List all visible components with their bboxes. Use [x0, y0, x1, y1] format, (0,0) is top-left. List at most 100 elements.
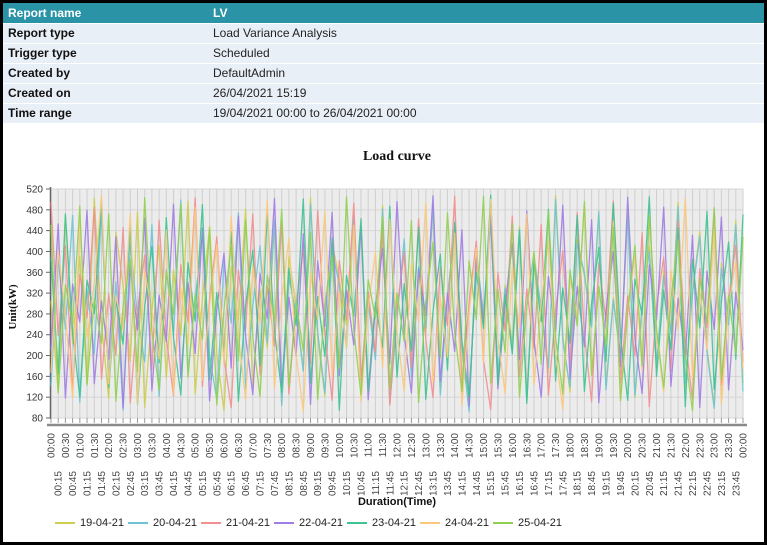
legend-swatch [55, 522, 75, 524]
x-tick-label: 20:15 [630, 471, 641, 496]
x-tick-label: 15:00 [479, 433, 490, 458]
y-tick-label: 240 [26, 330, 43, 341]
legend-swatch [128, 522, 148, 524]
y-tick-label: 120 [26, 393, 43, 404]
x-tick-label: 10:45 [356, 471, 367, 496]
x-tick-label: 21:00 [652, 433, 663, 458]
x-tick-label: 13:45 [443, 471, 454, 496]
y-tick-label: 280 [26, 309, 43, 320]
x-tick-label: 11:00 [364, 433, 375, 458]
x-tick-label: 14:45 [472, 471, 483, 496]
x-tick-label: 21:45 [674, 471, 685, 496]
meta-row-4: Created on26/04/2021 15:19 [3, 84, 764, 104]
x-tick-label: 16:00 [508, 433, 519, 458]
x-tick-label: 15:45 [501, 471, 512, 496]
legend-swatch [420, 522, 440, 524]
x-tick-label: 04:15 [169, 471, 180, 496]
x-tick-label: 03:00 [133, 433, 144, 458]
legend-item-19-04-21: 19-04-21 [55, 517, 128, 529]
x-tick-label: 07:00 [248, 433, 259, 458]
y-tick-label: 520 [26, 185, 43, 196]
x-tick-label: 13:15 [429, 471, 440, 496]
x-tick-label: 16:15 [515, 471, 526, 496]
x-tick-label: 13:30 [436, 433, 447, 458]
x-tick-label: 16:30 [522, 433, 533, 458]
meta-label: Report type [3, 24, 208, 44]
x-tick-label: 02:15 [111, 471, 122, 496]
x-tick-label: 14:30 [465, 433, 476, 458]
x-tick-label: 12:15 [400, 471, 411, 496]
x-tick-label: 09:45 [328, 471, 339, 496]
meta-label: Time range [3, 104, 208, 124]
x-tick-label: 00:45 [68, 471, 79, 496]
x-tick-label: 18:30 [580, 433, 591, 458]
x-tick-label: 08:15 [284, 471, 295, 496]
meta-label: Created by [3, 64, 208, 84]
y-tick-label: 480 [26, 205, 43, 216]
x-tick-label: 20:45 [645, 471, 656, 496]
meta-value: DefaultAdmin [208, 64, 764, 84]
legend-label: 20-04-21 [153, 517, 197, 529]
x-tick-label: 05:45 [212, 471, 223, 496]
legend-item-20-04-21: 20-04-21 [128, 517, 201, 529]
x-tick-label: 06:45 [241, 471, 252, 496]
x-tick-label: 10:30 [349, 433, 360, 458]
y-tick-label: 440 [26, 226, 43, 237]
legend-item-24-04-21: 24-04-21 [420, 517, 493, 529]
x-tick-label: 17:45 [558, 471, 569, 496]
legend-swatch [347, 522, 367, 524]
x-tick-label: 22:15 [688, 471, 699, 496]
meta-value: Load Variance Analysis [208, 24, 764, 44]
x-tick-label: 06:00 [220, 433, 231, 458]
legend-swatch [201, 522, 221, 524]
x-tick-label: 08:30 [292, 433, 303, 458]
legend-label: 25-04-21 [518, 517, 562, 529]
legend-swatch [493, 522, 513, 524]
meta-row-0: Report nameLV [3, 3, 764, 24]
meta-value: LV [208, 3, 764, 24]
x-tick-label: 09:30 [320, 433, 331, 458]
x-tick-label: 00:15 [54, 471, 65, 496]
x-tick-label: 12:30 [407, 433, 418, 458]
x-tick-label: 07:30 [263, 433, 274, 458]
x-tick-label: 15:30 [493, 433, 504, 458]
legend-label: 22-04-21 [299, 517, 343, 529]
y-tick-label: 160 [26, 372, 43, 383]
x-tick-label: 05:15 [198, 471, 209, 496]
x-tick-label: 04:45 [183, 471, 194, 496]
x-axis-title: Duration(Time) [358, 496, 436, 508]
meta-value: Scheduled [208, 44, 764, 64]
x-tick-label: 23:15 [717, 471, 728, 496]
y-tick-label: 400 [26, 247, 43, 258]
x-tick-label: 01:30 [90, 433, 101, 458]
x-tick-label: 02:45 [126, 471, 137, 496]
x-tick-label: 17:00 [537, 433, 548, 458]
x-tick-label: 18:45 [587, 471, 598, 496]
x-tick-label: 20:00 [623, 433, 634, 458]
x-tick-label: 19:15 [602, 471, 613, 496]
y-tick-label: 360 [26, 268, 43, 279]
x-tick-label: 17:15 [544, 471, 555, 496]
x-tick-label: 08:00 [277, 433, 288, 458]
x-tick-label: 23:45 [731, 471, 742, 496]
x-tick-label: 21:15 [659, 471, 670, 496]
legend-label: 19-04-21 [80, 517, 124, 529]
y-tick-label: 80 [32, 414, 44, 425]
meta-row-3: Created byDefaultAdmin [3, 64, 764, 84]
x-tick-label: 01:00 [75, 433, 86, 458]
legend-label: 21-04-21 [226, 517, 270, 529]
meta-label: Created on [3, 84, 208, 104]
x-tick-label: 23:30 [724, 433, 735, 458]
x-tick-label: 07:45 [270, 471, 281, 496]
x-tick-label: 18:15 [573, 471, 584, 496]
x-tick-label: 01:15 [83, 471, 94, 496]
x-tick-label: 04:00 [162, 433, 173, 458]
y-axis: 80120160200240280320360400440480520 [26, 185, 51, 425]
x-tick-label: 05:00 [191, 433, 202, 458]
meta-row-5: Time range19/04/2021 00:00 to 26/04/2021… [3, 104, 764, 124]
x-tick-label: 10:00 [335, 433, 346, 458]
x-tick-label: 10:15 [342, 471, 353, 496]
legend-label: 24-04-21 [445, 517, 489, 529]
x-tick-label: 22:00 [681, 433, 692, 458]
x-tick-label: 00:00 [47, 433, 58, 458]
